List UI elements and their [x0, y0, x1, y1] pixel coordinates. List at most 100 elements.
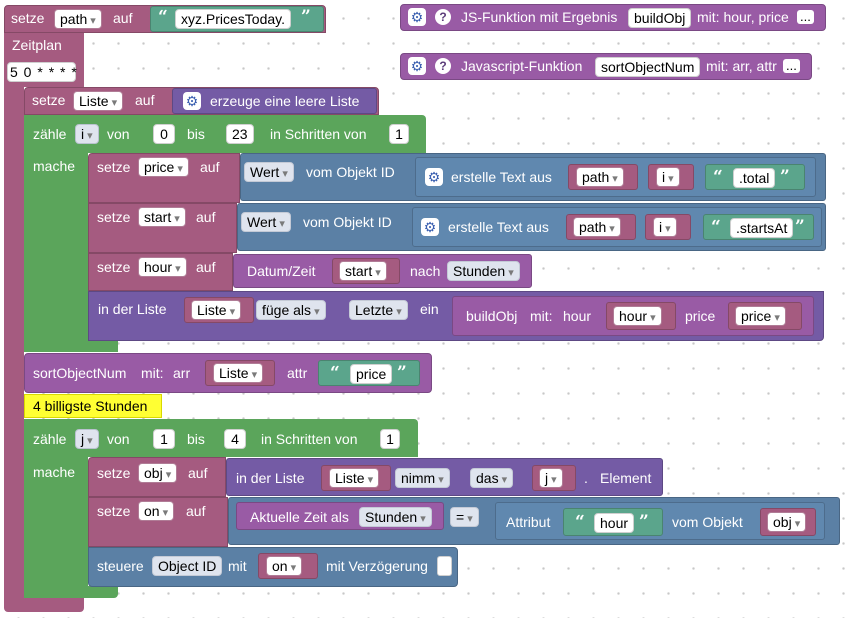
auf-label: auf: [135, 92, 155, 108]
get-mode-dropdown[interactable]: nimm: [395, 468, 450, 488]
set-label: setze: [97, 259, 131, 275]
attr-param-label: attr: [287, 365, 308, 381]
start-var-dropdown[interactable]: start: [339, 261, 387, 281]
datetime-label: Datum/Zeit: [247, 263, 316, 279]
position-mode-dropdown[interactable]: das: [470, 468, 514, 488]
position-dropdown[interactable]: Letzte: [349, 300, 408, 320]
js-function-label: JS-Funktion mit Ergebnis: [461, 9, 618, 25]
delay-checkbox[interactable]: [437, 556, 452, 576]
from-input[interactable]: 1: [153, 429, 175, 449]
mit-label: mit:: [141, 365, 164, 381]
help-icon[interactable]: ?: [435, 58, 451, 74]
step-input[interactable]: 1: [389, 124, 409, 144]
object-id-field[interactable]: Object ID: [152, 556, 223, 576]
price-var-dropdown[interactable]: price: [138, 157, 189, 177]
hour-text-input[interactable]: hour: [594, 513, 635, 533]
path-var-dropdown[interactable]: path: [54, 9, 102, 29]
auf-label: auf: [188, 465, 208, 481]
do-label: mache: [33, 158, 76, 174]
to-input[interactable]: 4: [224, 429, 246, 449]
for-loop-j-bottom: [24, 586, 118, 598]
quote-open-icon: “: [158, 7, 168, 27]
buildobj-fn-label: buildObj: [466, 308, 518, 324]
wert-dropdown[interactable]: Wert: [241, 212, 291, 232]
more-options-button[interactable]: ...: [783, 59, 800, 73]
quote-open-icon: “: [330, 363, 340, 383]
set-label: setze: [32, 92, 66, 108]
wert-dropdown[interactable]: Wert: [244, 162, 294, 182]
gear-icon[interactable]: ⚙: [421, 218, 439, 236]
insert-mode-dropdown[interactable]: füge als: [256, 300, 326, 320]
unit-dropdown[interactable]: Stunden: [447, 261, 520, 281]
liste-var-dropdown[interactable]: Liste: [213, 363, 264, 383]
auf-label: auf: [200, 159, 220, 175]
quote-close-icon: ”: [795, 217, 805, 237]
obj-var-dropdown[interactable]: obj: [138, 463, 178, 483]
schedule-label: Zeitplan: [12, 37, 62, 53]
quote-close-icon: ”: [780, 167, 790, 187]
javascript-function-name-input[interactable]: sortObjectNum: [595, 57, 701, 77]
path-text-input[interactable]: xyz.PricesToday.: [175, 9, 291, 29]
to-input[interactable]: 23: [226, 124, 254, 144]
set-label: setze: [97, 159, 131, 175]
i-var-dropdown[interactable]: i: [656, 167, 680, 187]
ein-label: ein: [420, 301, 439, 317]
hour-var-dropdown[interactable]: hour: [613, 306, 662, 326]
help-icon[interactable]: ?: [435, 9, 451, 25]
control-label: steuere: [97, 558, 144, 574]
gear-icon[interactable]: ⚙: [425, 168, 443, 186]
attribute-label: Attribut: [506, 514, 551, 530]
liste-var-dropdown[interactable]: Liste: [191, 300, 242, 320]
create-empty-list-label: erzeuge eine leere Liste: [210, 93, 360, 109]
gear-icon[interactable]: ⚙: [408, 57, 426, 75]
attr-text-input[interactable]: price: [350, 364, 393, 384]
liste-var-dropdown[interactable]: Liste: [73, 91, 124, 111]
on-var-dropdown[interactable]: on: [266, 556, 303, 576]
to-label: bis: [187, 126, 205, 142]
hour-param-label: hour: [563, 308, 592, 324]
gear-icon[interactable]: ⚙: [408, 8, 426, 26]
current-time-label: Aktuelle Zeit als: [250, 509, 349, 525]
total-text-input[interactable]: .total: [733, 168, 776, 188]
price-var-dropdown[interactable]: price: [735, 306, 786, 326]
from-input[interactable]: 0: [153, 124, 175, 144]
count-label: zähle: [33, 126, 67, 142]
schedule-spine: [4, 87, 24, 603]
start-var-dropdown[interactable]: start: [138, 207, 186, 227]
step-input[interactable]: 1: [380, 429, 400, 449]
quote-close-icon: ”: [639, 512, 649, 532]
quote-open-icon: “: [711, 217, 721, 237]
dot-label: .: [584, 470, 588, 486]
do-label: mache: [33, 464, 76, 480]
cron-input[interactable]: 5 0 * * * *: [7, 62, 77, 82]
more-options-button[interactable]: ...: [797, 10, 814, 24]
loop-var-j-dropdown[interactable]: j: [75, 429, 99, 449]
price-param-label: price: [685, 308, 716, 324]
for-loop-i-body: [24, 153, 88, 351]
schedule-bottom: [4, 598, 84, 612]
gear-icon[interactable]: ⚙: [183, 92, 201, 110]
i-var-dropdown[interactable]: i: [653, 217, 677, 237]
quote-close-icon: ”: [397, 363, 407, 383]
arr-param-label: arr: [173, 365, 191, 381]
startsat-text-input[interactable]: .startsAt: [730, 218, 794, 238]
from-label: von: [107, 126, 130, 142]
comment-block[interactable]: 4 billigste Stunden: [24, 394, 162, 418]
j-var-dropdown[interactable]: j: [539, 468, 563, 488]
liste-var-dropdown[interactable]: Liste: [329, 468, 380, 488]
unit-dropdown[interactable]: Stunden: [359, 507, 432, 527]
quote-close-icon: ”: [301, 7, 311, 27]
on-var-dropdown[interactable]: on: [138, 501, 175, 521]
loop-var-i-dropdown[interactable]: i: [75, 124, 99, 144]
mit-label: mit: [228, 558, 247, 574]
js-function-name-input[interactable]: buildObj: [628, 8, 692, 28]
operator-dropdown[interactable]: =: [450, 507, 479, 527]
path-var-dropdown[interactable]: path: [576, 167, 624, 187]
hour-var-dropdown[interactable]: hour: [138, 257, 187, 277]
object-id-label: vom Objekt ID: [303, 214, 392, 230]
path-var-dropdown[interactable]: path: [573, 217, 621, 237]
element-label: Element: [600, 470, 652, 486]
from-object-label: vom Objekt: [672, 514, 743, 530]
to-label: bis: [187, 431, 205, 447]
obj-var-dropdown[interactable]: obj: [767, 512, 807, 532]
